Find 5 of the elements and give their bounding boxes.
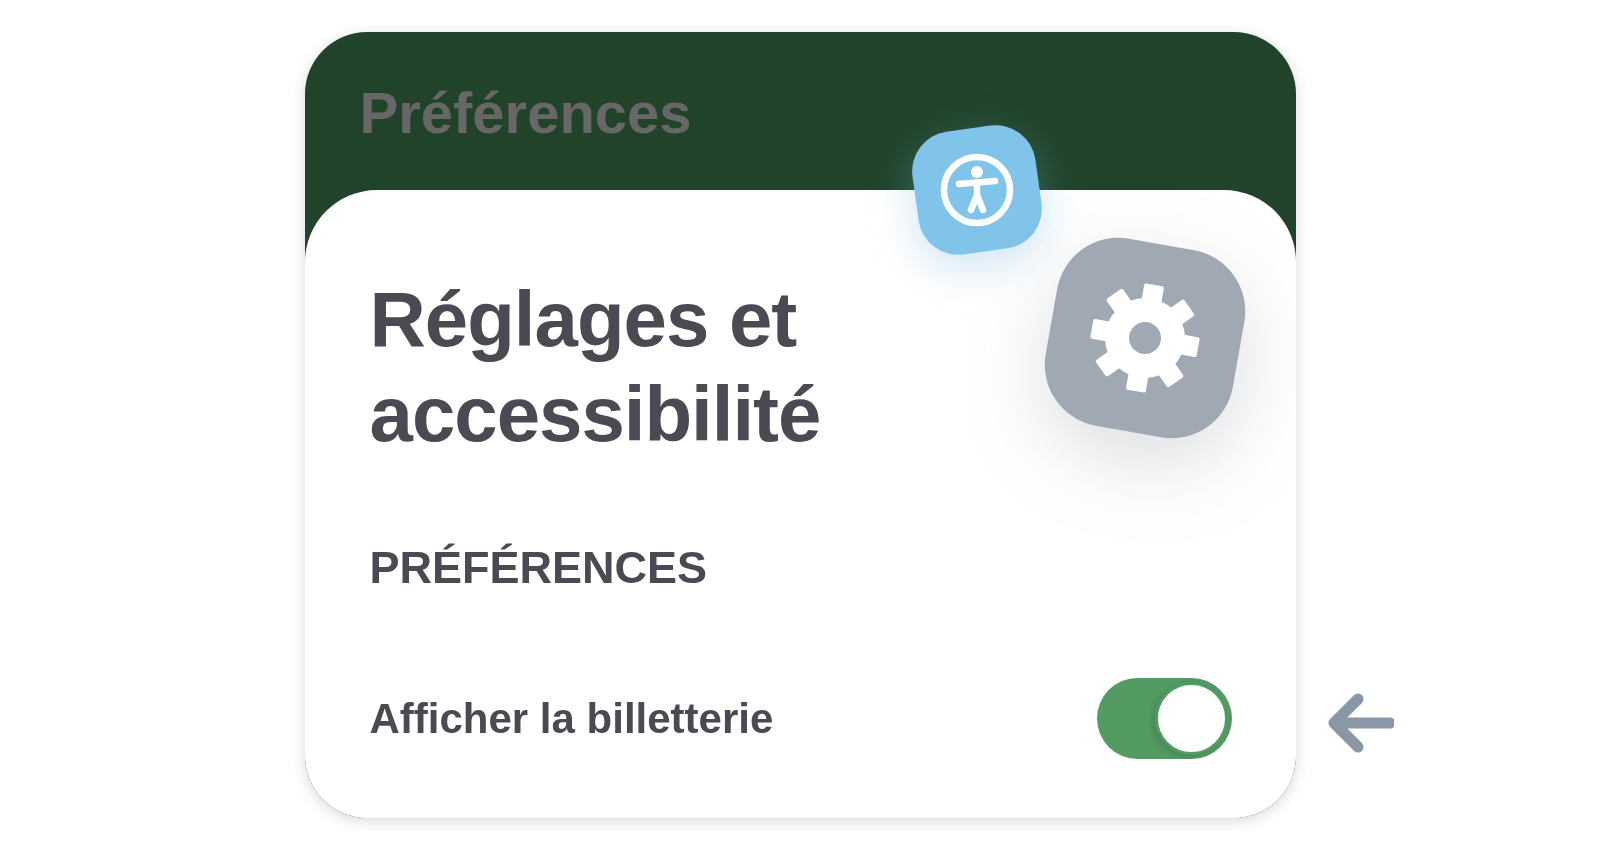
header-title: Préférences	[359, 80, 692, 145]
setting-label: Afficher la billetterie	[369, 693, 774, 744]
page-title: Réglages et accessibilité	[369, 274, 822, 460]
section-heading: PRÉFÉRENCES	[369, 541, 709, 595]
left-arrow-icon	[1327, 693, 1394, 753]
